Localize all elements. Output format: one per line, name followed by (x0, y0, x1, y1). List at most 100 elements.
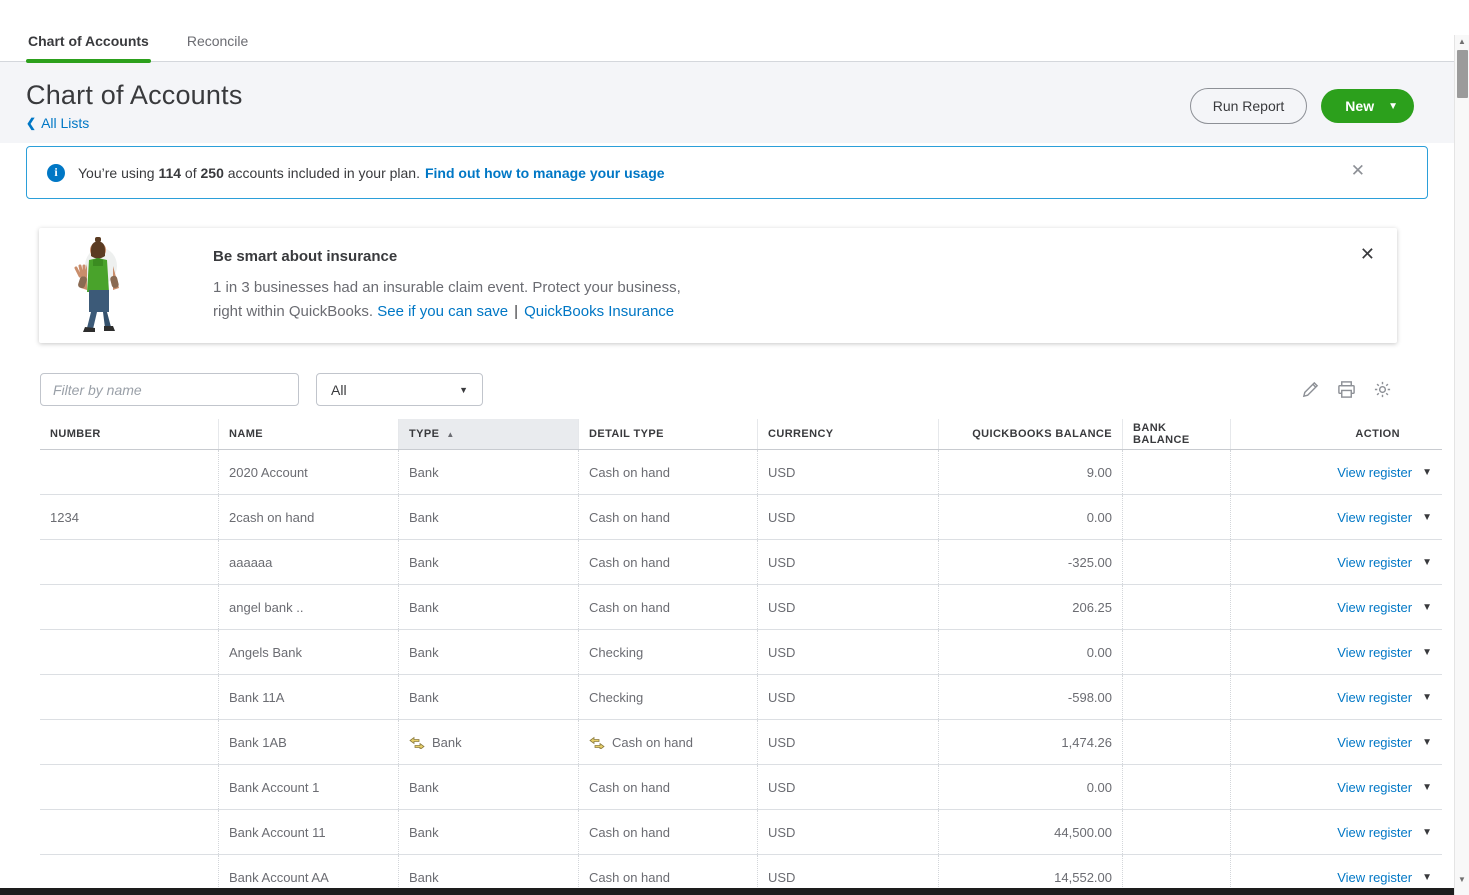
cell-detail-type: Checking (578, 675, 757, 719)
chevron-down-icon[interactable]: ▼ (1422, 512, 1432, 523)
table-row[interactable]: Angels Bank Bank Checking USD 0.00 (40, 630, 1442, 675)
cell-action: View register ▼ (1230, 495, 1442, 539)
view-register-link[interactable]: View register (1337, 600, 1412, 615)
cell-detail-type: Cash on hand (578, 450, 757, 494)
view-register-link[interactable]: View register (1337, 870, 1412, 885)
cell-type: Bank (398, 810, 578, 854)
view-register-link[interactable]: View register (1337, 510, 1412, 525)
pending-sync-icon (409, 736, 425, 749)
print-icon[interactable] (1337, 380, 1356, 399)
tab-reconcile[interactable]: Reconcile (185, 24, 250, 61)
table-row[interactable]: 2020 Account Bank Cash on hand USD 9.00 (40, 450, 1442, 495)
table-row[interactable]: angel bank .. Bank Cash on hand USD 206.… (40, 585, 1442, 630)
cell-detail-type: Cash on hand (578, 810, 757, 854)
col-header-bank-balance[interactable]: BANK BALANCE (1122, 419, 1230, 449)
scrollbar-thumb[interactable] (1457, 50, 1468, 98)
col-header-currency[interactable]: CURRENCY (757, 419, 938, 449)
close-icon[interactable]: ✕ (1360, 244, 1375, 265)
cell-action: View register ▼ (1230, 450, 1442, 494)
cell-quickbooks-balance: 0.00 (938, 765, 1122, 809)
col-header-type[interactable]: TYPE ▲ (398, 419, 578, 449)
cell-name: Bank Account 1 (218, 765, 398, 809)
table-row[interactable]: 1234 2cash on hand Bank Cash on hand USD… (40, 495, 1442, 540)
edit-pencil-icon[interactable] (1301, 380, 1320, 399)
tab-label: Chart of Accounts (28, 33, 149, 49)
cell-bank-balance (1122, 810, 1230, 854)
chevron-down-icon[interactable]: ▼ (1422, 737, 1432, 748)
cell-name: Angels Bank (218, 630, 398, 674)
cell-number (40, 630, 218, 674)
chevron-down-icon[interactable]: ▼ (1422, 827, 1432, 838)
close-icon[interactable]: ✕ (1351, 161, 1365, 181)
table-row[interactable]: aaaaaa Bank Cash on hand USD -325.00 (40, 540, 1442, 585)
chevron-down-icon[interactable]: ▼ (1422, 647, 1432, 658)
table-row[interactable]: Bank 1AB Bank Cash on hand USD 1,474.26 (40, 720, 1442, 765)
cell-action: View register ▼ (1230, 675, 1442, 719)
insurance-card-title: Be smart about insurance (213, 248, 681, 265)
cell-name: angel bank .. (218, 585, 398, 629)
gear-icon[interactable] (1373, 380, 1392, 399)
all-lists-link[interactable]: ❮ All Lists (26, 115, 89, 131)
view-register-link[interactable]: View register (1337, 465, 1412, 480)
tab-chart-of-accounts[interactable]: Chart of Accounts (26, 24, 151, 61)
horizontal-scrollbar[interactable] (0, 888, 1454, 895)
view-register-link[interactable]: View register (1337, 825, 1412, 840)
cell-name: Bank 1AB (218, 720, 398, 764)
cell-name: 2cash on hand (218, 495, 398, 539)
cell-currency: USD (757, 810, 938, 854)
table-toolbar: All ▼ (40, 373, 1414, 406)
col-header-number[interactable]: NUMBER (40, 419, 218, 449)
see-if-you-can-save-link[interactable]: See if you can save (377, 303, 508, 320)
cell-number (40, 675, 218, 719)
table-row[interactable]: Bank Account 1 Bank Cash on hand USD 0.0… (40, 765, 1442, 810)
sort-ascending-icon: ▲ (446, 430, 454, 439)
table-row[interactable]: Bank Account 11 Bank Cash on hand USD 44… (40, 810, 1442, 855)
cell-action: View register ▼ (1230, 630, 1442, 674)
type-filter-select[interactable]: All ▼ (316, 373, 483, 406)
col-header-quickbooks-balance[interactable]: QUICKBOOKS BALANCE (938, 419, 1122, 449)
table-body: 2020 Account Bank Cash on hand USD 9.00 (40, 450, 1442, 895)
chevron-down-icon[interactable]: ▼ (1422, 602, 1432, 613)
cell-type: Bank (398, 675, 578, 719)
cell-type: Bank (398, 495, 578, 539)
col-header-name[interactable]: NAME (218, 419, 398, 449)
pending-sync-icon (589, 736, 605, 749)
view-register-link[interactable]: View register (1337, 780, 1412, 795)
filter-by-name-input[interactable] (40, 373, 299, 406)
cell-action: View register ▼ (1230, 540, 1442, 584)
cell-number (40, 585, 218, 629)
run-report-button[interactable]: Run Report (1190, 88, 1308, 124)
chevron-down-icon[interactable]: ▼ (1422, 782, 1432, 793)
cell-currency: USD (757, 720, 938, 764)
view-register-link[interactable]: View register (1337, 555, 1412, 570)
chevron-down-icon[interactable]: ▼ (1422, 692, 1432, 703)
col-header-action: ACTION (1230, 419, 1442, 449)
cell-detail-type: Cash on hand (578, 540, 757, 584)
scroll-down-icon[interactable]: ▼ (1455, 873, 1469, 887)
cell-currency: USD (757, 585, 938, 629)
usage-banner: i You’re using 114 of 250 accounts inclu… (26, 146, 1428, 199)
accounts-table: NUMBER NAME TYPE ▲ DETAIL TYPE CURRENCY … (40, 419, 1442, 895)
view-register-link[interactable]: View register (1337, 645, 1412, 660)
col-header-detail-type[interactable]: DETAIL TYPE (578, 419, 757, 449)
cell-type: Bank (398, 450, 578, 494)
new-button-label: New (1345, 98, 1374, 114)
scroll-up-icon[interactable]: ▲ (1455, 35, 1469, 49)
cell-bank-balance (1122, 765, 1230, 809)
vertical-scrollbar[interactable]: ▲ ▼ (1454, 35, 1469, 895)
chevron-down-icon[interactable]: ▼ (1422, 467, 1432, 478)
table-row[interactable]: Bank 11A Bank Checking USD -598.00 (40, 675, 1442, 720)
new-button[interactable]: New ▼ (1321, 89, 1414, 123)
cell-bank-balance (1122, 720, 1230, 764)
manage-usage-link[interactable]: Find out how to manage your usage (425, 165, 665, 181)
cell-detail-type: Cash on hand (578, 765, 757, 809)
chevron-down-icon[interactable]: ▼ (1422, 557, 1432, 568)
quickbooks-insurance-link[interactable]: QuickBooks Insurance (524, 303, 674, 320)
info-icon: i (47, 164, 65, 182)
view-register-link[interactable]: View register (1337, 690, 1412, 705)
view-register-link[interactable]: View register (1337, 735, 1412, 750)
chevron-down-icon[interactable]: ▼ (1422, 872, 1432, 883)
cell-name: Bank Account 11 (218, 810, 398, 854)
chevron-down-icon: ▼ (459, 385, 468, 395)
chevron-down-icon[interactable]: ▼ (1388, 101, 1398, 112)
